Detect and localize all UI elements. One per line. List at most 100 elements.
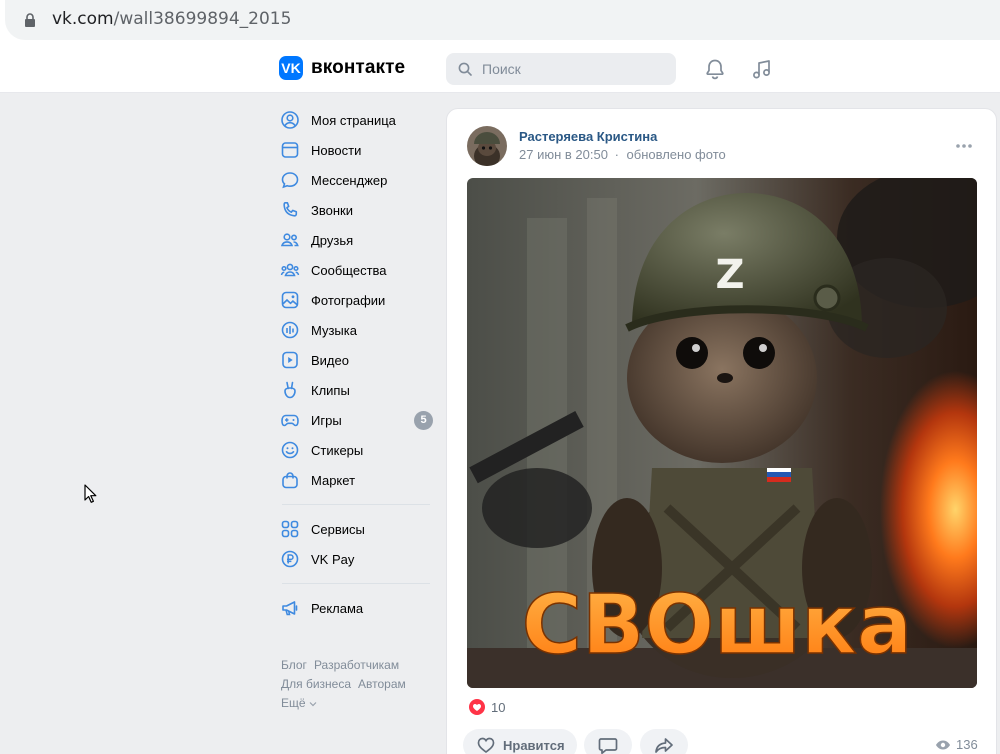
news-icon — [281, 142, 299, 158]
music-icon — [281, 321, 299, 339]
communities-icon — [280, 263, 300, 277]
views-counter: 136 — [935, 737, 978, 752]
url-path: /wall38699894_2015 — [113, 9, 292, 29]
nav-item-friends[interactable]: Друзья — [280, 225, 435, 255]
like-button-label: Нравится — [503, 737, 565, 753]
nav-item-label: Сообщества — [311, 262, 387, 278]
vkpay-icon — [281, 550, 299, 568]
heart-reaction-icon — [469, 699, 485, 715]
eye-icon — [936, 740, 950, 749]
nav-item-label: Маркет — [311, 472, 356, 488]
nav-item-market[interactable]: Маркет — [280, 465, 435, 495]
nav-item-label: Стикеры — [311, 442, 364, 458]
nav-divider — [282, 583, 430, 584]
nav-item-label: Фотографии — [311, 292, 386, 308]
nav-item-label: Звонки — [311, 202, 353, 218]
market-bag-icon — [282, 472, 298, 489]
share-button[interactable] — [640, 729, 688, 754]
likes-count: 10 — [491, 699, 506, 715]
footer-link-blog[interactable]: Блог — [281, 658, 307, 672]
nav-item-label: Мессенджер — [311, 172, 388, 188]
post-photo-image: Z СВОшка — [467, 178, 977, 688]
photo-icon — [281, 291, 299, 309]
megaphone-icon — [282, 601, 298, 616]
post-meta: 27 июн в 20:50 · обновлено фото — [519, 147, 726, 162]
url-host: vk.com — [52, 9, 114, 29]
nav-item-messenger[interactable]: Мессенджер — [280, 165, 435, 195]
nav-item-label: Сервисы — [311, 521, 365, 537]
nav-item-calls[interactable]: Звонки — [280, 195, 435, 225]
nav-item-label: Новости — [311, 142, 362, 158]
friends-icon — [280, 233, 299, 247]
avatar-image — [467, 126, 507, 166]
nav-item-services[interactable]: Сервисы — [280, 514, 435, 544]
nav-item-news[interactable]: Новости — [280, 135, 435, 165]
footer-link-business[interactable]: Для бизнеса — [281, 677, 351, 691]
vk-logo-text[interactable]: вконтакте — [311, 57, 405, 79]
vk-logo-icon[interactable]: VK — [279, 56, 303, 80]
helmet-z-letter: Z — [715, 252, 744, 298]
nav-item-label: Клипы — [311, 382, 350, 398]
clips-icon — [284, 381, 296, 399]
url-field[interactable]: vk.com/wall38699894_2015 — [5, 0, 1000, 40]
nav-item-my-page[interactable]: Моя страница — [280, 105, 435, 135]
photo-caption: СВОшка — [522, 578, 912, 673]
footer-more[interactable]: Ещё — [281, 694, 441, 713]
url-text: vk.com/wall38699894_2015 — [52, 9, 291, 29]
left-nav: Моя страница Новости Мессенджер Звонки Д… — [280, 105, 435, 623]
message-icon — [281, 172, 299, 189]
chevron-down-icon — [309, 701, 316, 707]
like-button[interactable]: Нравится — [463, 729, 577, 754]
search-icon — [458, 62, 472, 76]
vk-header: VK вконтакте — [0, 45, 1000, 93]
comment-icon — [598, 738, 618, 754]
nav-item-label: VK Pay — [311, 551, 355, 567]
phone-icon — [283, 202, 298, 217]
reactions-summary[interactable]: 10 — [469, 699, 505, 715]
sticker-icon — [281, 441, 299, 459]
nav-item-clips[interactable]: Клипы — [280, 375, 435, 405]
music-note-icon[interactable] — [750, 57, 774, 81]
heart-outline-icon — [477, 737, 495, 754]
nav-item-label: Игры — [311, 412, 342, 428]
footer-link-authors[interactable]: Авторам — [358, 677, 406, 691]
nav-item-label: Моя страница — [311, 112, 396, 128]
more-options-icon[interactable] — [954, 139, 974, 153]
footer-links: Блог Разработчикам Для бизнеса Авторам Ещё — [281, 656, 441, 713]
bell-icon[interactable] — [703, 57, 727, 81]
browser-address-bar: vk.com/wall38699894_2015 — [0, 0, 1000, 45]
nav-item-label: Реклама — [311, 600, 364, 616]
nav-item-vkpay[interactable]: VK Pay — [280, 544, 435, 574]
video-icon — [282, 351, 298, 369]
nav-item-stickers[interactable]: Стикеры — [280, 435, 435, 465]
nav-item-games[interactable]: Игры 5 — [280, 405, 435, 435]
nav-item-music[interactable]: Музыка — [280, 315, 435, 345]
nav-item-label: Музыка — [311, 322, 357, 338]
nav-item-label: Видео — [311, 352, 349, 368]
user-circle-icon — [281, 111, 299, 129]
post-photo[interactable]: Z СВОшка — [467, 178, 977, 688]
post-author[interactable]: Растеряева Кристина — [519, 129, 657, 144]
nav-item-label: Друзья — [311, 232, 354, 248]
nav-divider — [282, 504, 430, 505]
wall-post: Растеряева Кристина 27 июн в 20:50 · обн… — [446, 108, 997, 754]
gamepad-icon — [281, 414, 299, 427]
nav-item-video[interactable]: Видео — [280, 345, 435, 375]
search-box[interactable] — [446, 53, 676, 85]
footer-more-label: Ещё — [281, 696, 306, 710]
nav-item-photos[interactable]: Фотографии — [280, 285, 435, 315]
author-avatar[interactable] — [467, 126, 507, 166]
comment-button[interactable] — [584, 729, 632, 754]
nav-item-ads[interactable]: Реклама — [280, 593, 435, 623]
games-badge: 5 — [414, 411, 433, 430]
meta-separator: · — [614, 147, 619, 162]
share-arrow-icon — [655, 738, 673, 753]
nav-item-communities[interactable]: Сообщества — [280, 255, 435, 285]
post-action: обновлено фото — [626, 147, 726, 162]
services-icon — [281, 520, 299, 538]
lock-icon — [25, 13, 35, 27]
search-input[interactable] — [482, 59, 662, 79]
views-count: 136 — [956, 737, 978, 752]
post-date[interactable]: 27 июн в 20:50 — [519, 147, 608, 162]
footer-link-developers[interactable]: Разработчикам — [314, 658, 399, 672]
